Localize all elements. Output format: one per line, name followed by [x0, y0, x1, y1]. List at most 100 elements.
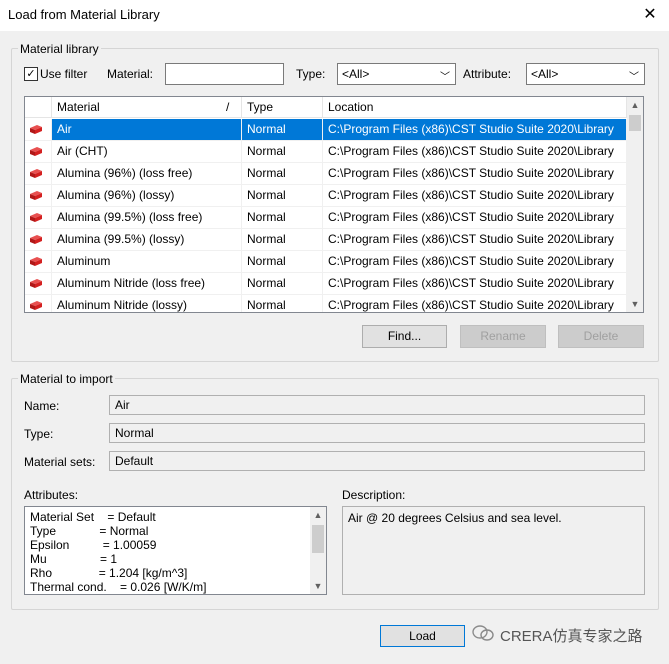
close-icon[interactable]: ✕ — [638, 4, 662, 26]
table-row[interactable]: Alumina (96%) (loss free) Normal C:\Progra… — [25, 163, 627, 185]
location-cell: C:\Program Files (x86)\CST Studio Suite … — [323, 163, 627, 185]
column-header-material[interactable]: Material / — [52, 97, 242, 118]
material-cell: Alumina (99.5%) (loss free) — [52, 207, 242, 229]
scroll-down-icon[interactable]: ▼ — [310, 578, 326, 594]
scroll-thumb[interactable] — [629, 115, 641, 131]
row-icon-cell — [25, 185, 52, 207]
table-row[interactable]: Aluminum Normal C:\Program Files (x86)\CST… — [25, 251, 627, 273]
window-title: Load from Material Library — [8, 7, 160, 22]
scroll-thumb[interactable] — [312, 525, 324, 553]
attribute-line: Material Set = Default — [30, 510, 156, 524]
material-brick-icon — [30, 169, 42, 178]
attributes-scrollbar[interactable]: ▲ ▼ — [310, 507, 326, 594]
type-label: Type: — [24, 427, 54, 441]
name-label: Name: — [24, 399, 60, 413]
table-row[interactable]: Alumina (99.5%) (lossy) Normal C:\Program … — [25, 229, 627, 251]
scroll-up-icon[interactable]: ▲ — [627, 97, 643, 113]
attribute-line: Mu = 1 — [30, 552, 118, 566]
material-cell: Alumina (96%) (lossy) — [52, 185, 242, 207]
type-filter-value: <All> — [342, 67, 370, 81]
row-icon-cell — [25, 207, 52, 229]
attributes-list: Material Set = Default Type = Normal Epsil… — [30, 510, 206, 594]
material-cell: Aluminum — [52, 251, 242, 273]
attribute-line: Type = Normal — [30, 524, 149, 538]
material-brick-icon — [30, 257, 42, 266]
scroll-up-icon[interactable]: ▲ — [310, 507, 326, 523]
description-label: Description: — [342, 488, 406, 502]
type-cell: Normal — [242, 251, 323, 273]
icon-column-header — [25, 97, 52, 118]
table-row[interactable]: Aluminum Nitride (loss free) Normal C:\Pro… — [25, 273, 627, 295]
row-icon-cell — [25, 229, 52, 251]
attribute-line: Epsilon = 1.00059 — [30, 538, 157, 552]
row-icon-cell — [25, 141, 52, 163]
location-cell: C:\Program Files (x86)\CST Studio Suite … — [323, 295, 627, 312]
material-cell: Air (CHT) — [52, 141, 242, 163]
chevron-down-icon: ﹀ — [440, 72, 450, 83]
location-cell: C:\Program Files (x86)\CST Studio Suite … — [323, 141, 627, 163]
scroll-down-icon[interactable]: ▼ — [627, 296, 643, 312]
material-brick-icon — [30, 125, 42, 134]
location-cell: C:\Program Files (x86)\CST Studio Suite … — [323, 185, 627, 207]
type-cell: Normal — [242, 141, 323, 163]
location-cell: C:\Program Files (x86)\CST Studio Suite … — [323, 119, 627, 141]
type-cell: Normal — [242, 185, 323, 207]
location-cell: C:\Program Files (x86)\CST Studio Suite … — [323, 251, 627, 273]
list-scrollbar[interactable]: ▲ ▼ — [627, 97, 643, 312]
location-cell: C:\Program Files (x86)\CST Studio Suite … — [323, 207, 627, 229]
material-brick-icon — [30, 191, 42, 200]
table-row[interactable]: Aluminum Nitride (lossy) Normal C:\Program… — [25, 295, 627, 312]
use-filter-label: Use filter — [40, 67, 88, 81]
delete-button[interactable]: Delete — [558, 325, 644, 348]
attribute-line: Rho = 1.204 [kg/m^3] — [30, 566, 188, 580]
row-icon-cell — [25, 119, 52, 141]
type-cell: Normal — [242, 273, 323, 295]
material-brick-icon — [30, 147, 42, 156]
material-to-import-label: Material to import — [18, 372, 115, 386]
type-cell: Normal — [242, 207, 323, 229]
row-icon-cell — [25, 295, 52, 312]
type-filter-select[interactable]: <All> ﹀ — [337, 63, 456, 85]
watermark-text: CRERA仿真专家之路 — [500, 628, 643, 645]
material-cell: Aluminum Nitride (lossy) — [52, 295, 242, 312]
material-sets-field: Default — [109, 451, 645, 471]
table-row[interactable]: Alumina (96%) (lossy) Normal C:\Program Fi… — [25, 185, 627, 207]
attributes-label: Attributes: — [24, 488, 79, 502]
attributes-box[interactable]: Material Set = Default Type = Normal Epsil… — [24, 506, 327, 595]
type-cell: Normal — [242, 163, 323, 185]
material-filter-input[interactable] — [165, 63, 284, 85]
column-header-location[interactable]: Location — [323, 97, 627, 118]
row-icon-cell — [25, 251, 52, 273]
material-list[interactable]: Material / Type Location Air Normal C:\Pro… — [24, 96, 644, 313]
material-cell: Aluminum Nitride (loss free) — [52, 273, 242, 295]
rename-button[interactable]: Rename — [460, 325, 546, 348]
use-filter-checkbox[interactable]: ✓ — [24, 67, 38, 81]
material-sets-label: Material sets: — [24, 455, 96, 469]
load-button[interactable]: Load — [380, 625, 465, 647]
wechat-icon — [472, 624, 494, 642]
material-cell: Alumina (96%) (loss free) — [52, 163, 242, 185]
table-row[interactable]: Air (CHT) Normal C:\Program Files (x86)\CS… — [25, 141, 627, 163]
table-row[interactable]: Air Normal C:\Program Files (x86)\CST Stud… — [25, 119, 627, 141]
row-icon-cell — [25, 273, 52, 295]
attribute-filter-value: <All> — [531, 67, 559, 81]
column-header-type[interactable]: Type — [242, 97, 323, 118]
attribute-filter-label: Attribute: — [463, 67, 512, 81]
type-field: Normal — [109, 423, 645, 443]
type-filter-label: Type: — [296, 67, 326, 81]
material-brick-icon — [30, 213, 42, 222]
material-brick-icon — [30, 235, 42, 244]
location-cell: C:\Program Files (x86)\CST Studio Suite … — [323, 229, 627, 251]
chevron-down-icon: ﹀ — [629, 72, 639, 83]
attribute-line: Thermal cond. = 0.026 [W/K/m] — [30, 580, 207, 594]
name-field: Air — [109, 395, 645, 415]
material-brick-icon — [30, 279, 42, 288]
attribute-filter-select[interactable]: <All> ﹀ — [526, 63, 645, 85]
find-button[interactable]: Find... — [362, 325, 447, 348]
material-cell: Air — [52, 119, 242, 141]
type-cell: Normal — [242, 229, 323, 251]
row-icon-cell — [25, 163, 52, 185]
type-cell: Normal — [242, 295, 323, 312]
location-cell: C:\Program Files (x86)\CST Studio Suite … — [323, 273, 627, 295]
table-row[interactable]: Alumina (99.5%) (loss free) Normal C:\Prog… — [25, 207, 627, 229]
